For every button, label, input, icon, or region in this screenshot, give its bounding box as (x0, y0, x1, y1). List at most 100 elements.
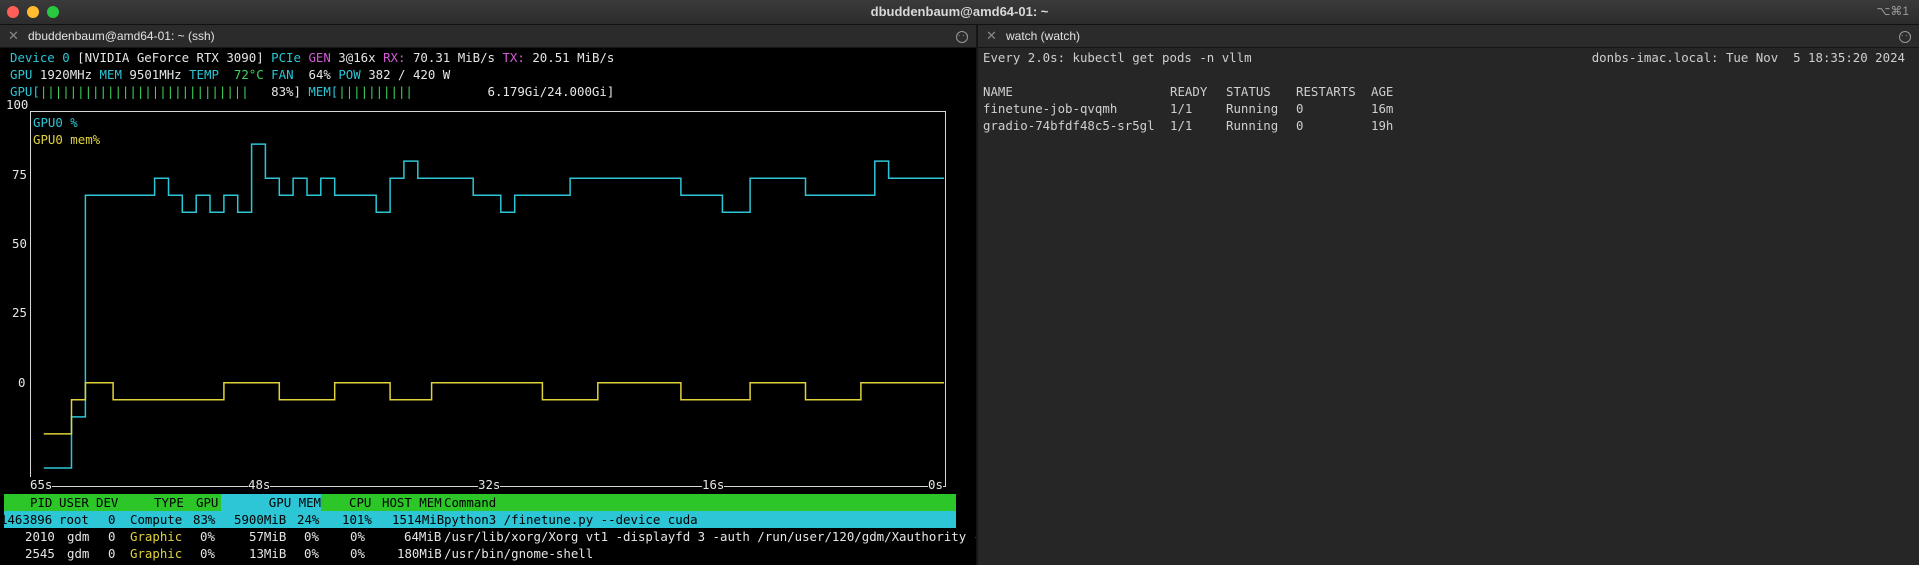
mem-usage-value: 6.179Gi/24.000Gi] (487, 84, 615, 99)
tab-label: dbuddenbaum@amd64-01: ~ (ssh) (28, 29, 215, 43)
window-titlebar: dbuddenbaum@amd64-01: ~ ⌥⌘1 (0, 0, 1919, 25)
mem-bar-label: MEM[ (308, 84, 339, 99)
proc-host-mem: 1514MiB (392, 512, 445, 527)
tx-value: 20.51 MiB/s (532, 50, 615, 65)
watch-host-time: donbs-imac.local: Tue Nov 5 18:35:20 202… (1591, 50, 1905, 65)
nvtop-pane[interactable]: Device 0 [NVIDIA GeForce RTX 3090] PCIe … (0, 48, 976, 565)
proc-type: Graphic (130, 546, 183, 561)
tab-watch[interactable]: ✕ watch (watch) ··· (978, 25, 1919, 48)
series-line-mem (43, 382, 944, 435)
pod-name: finetune-job-qvqmh (983, 101, 1118, 116)
y-tick: 0 (18, 375, 26, 390)
gen-value: 3@16x (338, 50, 376, 65)
legend-gpu: GPU0 % (33, 115, 78, 130)
proc-user: gdm (67, 546, 90, 561)
tab-label: watch (watch) (1006, 29, 1081, 43)
proc-dev: 0 (108, 529, 116, 544)
rx-label: RX: (383, 50, 406, 65)
y-tick: 50 (12, 236, 27, 251)
pow-value: 382 / 420 W (368, 67, 451, 82)
series-line-gpu (43, 143, 944, 469)
y-tick: 100 (6, 97, 29, 112)
tab-menu-icon[interactable]: ··· (956, 31, 970, 43)
temp-value: 72°C (233, 67, 264, 82)
proc-gpu: 0% (200, 529, 215, 544)
col-cpu[interactable]: CPU (349, 494, 371, 511)
pod-status: Running (1226, 101, 1279, 116)
process-row[interactable]: 2010 gdm 0 Graphic 0% 57MiB 0% 0% 64MiB … (4, 528, 976, 545)
pod-ready: 1/1 (1170, 118, 1193, 133)
rx-value: 70.31 MiB/s (412, 50, 495, 65)
proc-gpu-mem-pct: 0% (304, 529, 319, 544)
window-title: dbuddenbaum@amd64-01: ~ (870, 4, 1049, 19)
temp-label: TEMP (189, 67, 219, 82)
proc-user: gdm (67, 529, 90, 544)
proc-type: Graphic (130, 529, 183, 544)
pod-age: 19h (1371, 118, 1394, 133)
usage-bars-line: GPU[|||||||||||||||||||||||||||| 83%] ME… (10, 83, 614, 100)
pods-table-header: NAME READY STATUS RESTARTS AGE (983, 83, 1583, 100)
col-restarts: RESTARTS (1296, 84, 1356, 99)
proc-dev: 0 (108, 546, 116, 561)
mem-clock-label: MEM (99, 67, 122, 82)
pod-name: gradio-74bfdf48c5-sr5gl (983, 118, 1155, 133)
col-dev[interactable]: DEV (96, 494, 118, 511)
col-user[interactable]: USER (59, 494, 89, 511)
tab-menu-icon[interactable]: ··· (1899, 31, 1913, 43)
gen-label: GEN (308, 50, 331, 65)
proc-cpu: 0% (350, 529, 365, 544)
x-tick: 48s (248, 477, 271, 492)
device-line: Device 0 [NVIDIA GeForce RTX 3090] PCIe … (10, 49, 614, 66)
proc-gpu-mem: 13MiB (249, 546, 287, 561)
proc-type: Compute (130, 512, 183, 527)
legend-mem: GPU0 mem% (33, 132, 101, 147)
y-tick: 75 (12, 167, 27, 182)
proc-gpu-mem: 5900MiB (234, 512, 287, 527)
col-command[interactable]: Command (444, 494, 496, 511)
watch-pane[interactable]: Every 2.0s: kubectl get pods -n vllm don… (978, 48, 1919, 565)
proc-command: /usr/lib/xorg/Xorg vt1 -displayfd 3 -aut… (444, 529, 976, 544)
proc-pid: 2010 (25, 529, 55, 544)
tab-close-icon[interactable]: ✕ (986, 28, 997, 44)
proc-pid: 1463896 (0, 512, 53, 527)
tab-ssh[interactable]: ✕ dbuddenbaum@amd64-01: ~ (ssh) ··· (0, 25, 976, 48)
x-tick: 65s (30, 477, 53, 492)
proc-gpu-mem-pct: 0% (304, 546, 319, 561)
pod-age: 16m (1371, 101, 1394, 116)
col-status: STATUS (1226, 84, 1271, 99)
proc-pid: 2545 (25, 546, 55, 561)
col-pid[interactable]: PID (30, 494, 52, 511)
pod-row: gradio-74bfdf48c5-sr5gl 1/1 Running 0 19… (983, 117, 1583, 134)
process-table-header[interactable]: PID USER DEV TYPE GPU GPU MEM CPU HOST M… (4, 494, 956, 511)
gpu-history-chart (43, 143, 944, 469)
fan-value: 64% (308, 67, 331, 82)
pcie-label: PCIe (271, 50, 301, 65)
window-shortcut: ⌥⌘1 (1876, 4, 1909, 18)
gpu-usage-bar: |||||||||||||||||||||||||||| (39, 84, 249, 99)
tx-label: TX: (502, 50, 525, 65)
col-gpu[interactable]: GPU (196, 494, 218, 511)
proc-command: /usr/bin/gnome-shell (444, 546, 594, 561)
tab-close-icon[interactable]: ✕ (8, 28, 19, 44)
col-gpu-mem[interactable]: GPU MEM (221, 494, 321, 511)
gpu-clock-value: 1920MHz (39, 67, 93, 82)
proc-gpu-mem-pct: 24% (297, 512, 320, 527)
proc-cpu: 0% (350, 546, 365, 561)
pod-restarts: 0 (1296, 101, 1304, 116)
col-host-mem[interactable]: HOST MEM (382, 494, 442, 511)
pod-status: Running (1226, 118, 1279, 133)
mem-clock-value: 9501MHz (129, 67, 182, 82)
gpu-usage-value: 83%] (271, 84, 301, 99)
pod-restarts: 0 (1296, 118, 1304, 133)
pow-label: POW (338, 67, 361, 82)
col-type[interactable]: TYPE (154, 494, 184, 511)
proc-dev: 0 (108, 512, 116, 527)
pod-row: finetune-job-qvqmh 1/1 Running 0 16m (983, 100, 1583, 117)
process-row-selected[interactable]: 1463896 root 0 Compute 83% 5900MiB 24% 1… (0, 511, 956, 528)
process-row[interactable]: 2545 gdm 0 Graphic 0% 13MiB 0% 0% 180MiB… (4, 545, 956, 562)
device-label: Device 0 (10, 50, 70, 65)
proc-host-mem: 180MiB (397, 546, 442, 561)
x-tick: 16s (702, 477, 725, 492)
proc-command: python3 /finetune.py --device cuda (444, 512, 698, 527)
fan-label: FAN (271, 67, 294, 82)
